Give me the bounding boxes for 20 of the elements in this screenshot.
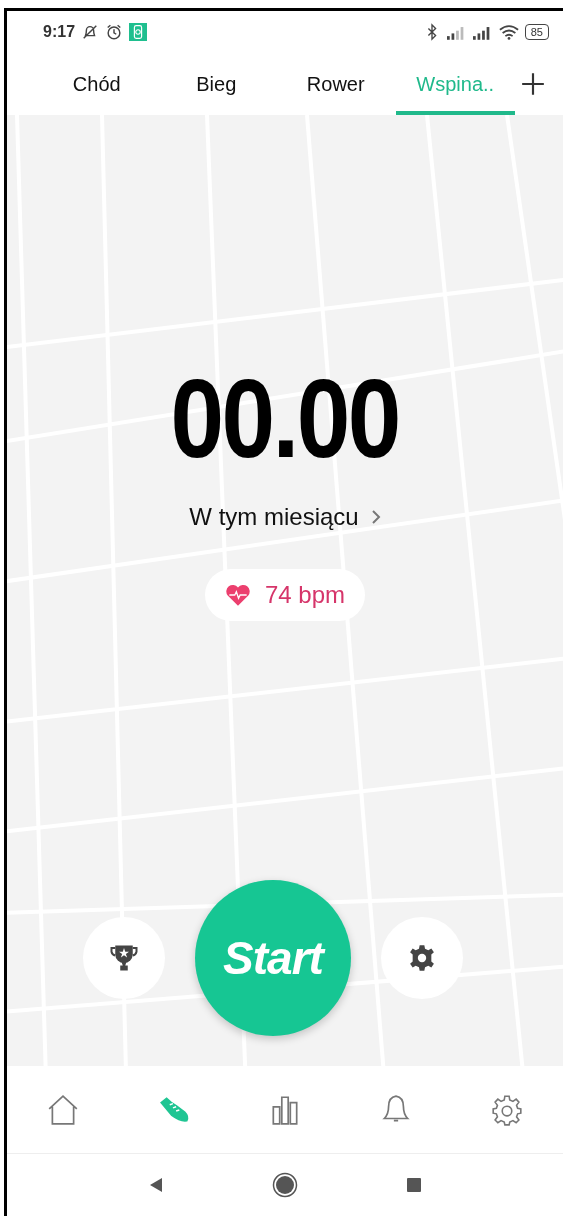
settings-icon bbox=[490, 1092, 525, 1127]
heart-icon bbox=[224, 583, 251, 607]
period-link[interactable]: W tym miesiącu bbox=[189, 499, 381, 535]
distance-value: 00.00 bbox=[170, 363, 400, 475]
activity-tab[interactable]: Bieg bbox=[156, 53, 276, 115]
battery-indicator: 85 bbox=[524, 24, 549, 40]
activity-tab[interactable]: Rower bbox=[276, 53, 396, 115]
recents-square-icon bbox=[406, 1177, 422, 1193]
home-circle-icon bbox=[272, 1172, 298, 1198]
chevron-right-icon bbox=[370, 509, 381, 525]
heart-rate-reading: 74 bpm bbox=[264, 581, 346, 609]
plus-icon bbox=[520, 71, 546, 97]
wifi-icon bbox=[498, 24, 519, 40]
watch-app-icon bbox=[129, 23, 148, 41]
back-triangle-icon bbox=[148, 1177, 164, 1193]
activity-tab[interactable]: Chód bbox=[37, 53, 157, 115]
gear-icon bbox=[408, 944, 436, 972]
status-time: 9:17 bbox=[43, 23, 76, 41]
trophy-icon bbox=[109, 943, 139, 973]
muted-bell-icon bbox=[81, 23, 100, 41]
